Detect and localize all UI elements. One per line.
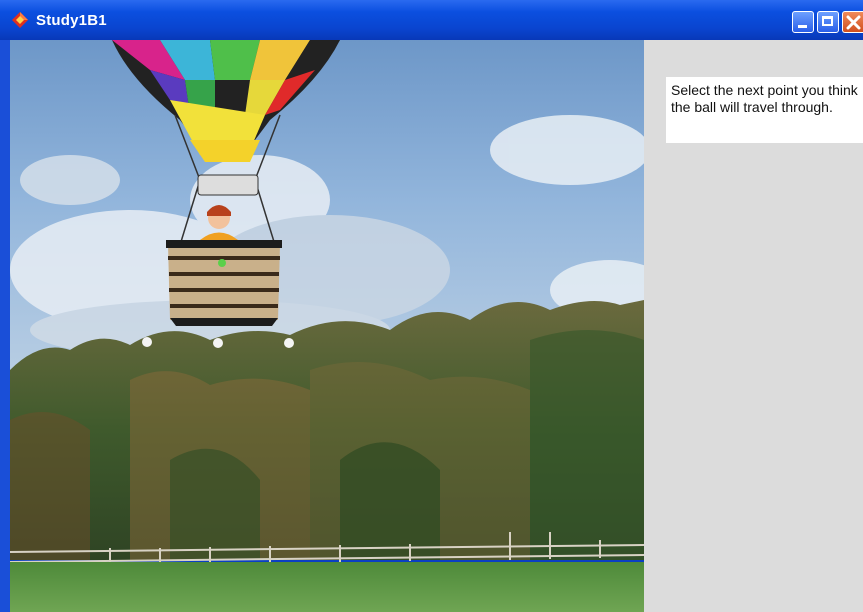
window-title: Study1B1 [36,12,107,29]
balloon-burner [197,174,259,196]
scene-canvas[interactable] [10,40,644,612]
maximize-button[interactable] [817,11,839,33]
close-button[interactable] [842,11,863,33]
grass-field [10,562,644,612]
side-panel: Select the next point you think the ball… [644,40,863,612]
target-point-1[interactable] [142,337,152,347]
app-window: Study1B1 Select the next point you think… [0,0,863,612]
target-point-3[interactable] [284,338,294,348]
app-diamond-icon [12,12,28,28]
window-left-border [0,40,10,612]
target-point-2[interactable] [213,338,223,348]
tree-line [10,300,644,560]
balloon-basket [166,240,282,326]
minimize-button[interactable] [792,11,814,33]
prompt-text: Select the next point you think the ball… [671,82,858,115]
game-scene[interactable] [10,40,644,612]
close-icon [846,15,861,30]
title-bar[interactable]: Study1B1 [0,0,863,40]
prompt-box: Select the next point you think the ball… [666,77,863,143]
